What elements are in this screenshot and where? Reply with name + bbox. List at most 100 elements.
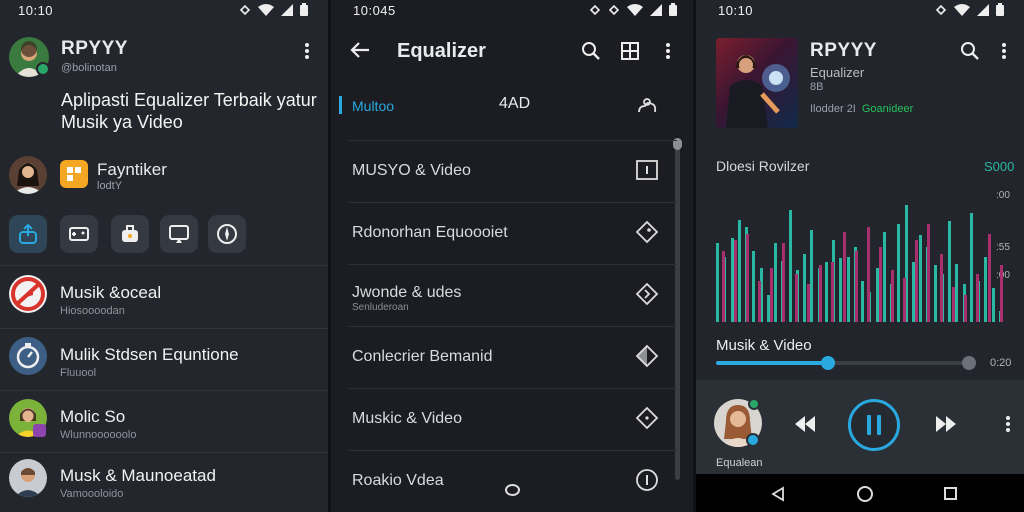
viz-bar-teal: [897, 224, 900, 322]
viz-bar-teal: [883, 232, 886, 322]
viz-bar-magenta: [855, 251, 858, 322]
eq-row[interactable]: Jwonde & udes Senluderoan: [331, 264, 693, 326]
back-icon[interactable]: [771, 486, 785, 507]
page-title: Equalizer: [397, 40, 486, 62]
list-item[interactable]: Musk & Maunoeatad Vamoooloido: [0, 456, 328, 508]
viz-bar-magenta: [915, 240, 918, 322]
previous-icon[interactable]: [793, 414, 817, 439]
eq-row[interactable]: MUSYO & Video: [331, 140, 693, 202]
list-item-sub: Vamoooloido: [60, 488, 124, 500]
home-gesture-icon[interactable]: [505, 484, 520, 496]
nfc-icon: [935, 4, 947, 15]
divider: [0, 390, 328, 391]
back-arrow-icon[interactable]: [349, 40, 371, 65]
app-badge: [33, 424, 46, 437]
eq-row-label: Multoo: [352, 98, 395, 114]
list-item-title: Molic So: [60, 407, 126, 426]
viz-bar-teal: [774, 243, 777, 322]
divider: [0, 452, 328, 453]
status-bar: 10:10: [696, 0, 1024, 22]
viz-bar-magenta: [722, 251, 725, 322]
viz-bar-magenta: [964, 295, 967, 322]
viz-bar-magenta: [746, 234, 749, 322]
more-options-icon[interactable]: [304, 42, 310, 65]
diamond-dots-icon: [635, 406, 659, 430]
featured-app-icon[interactable]: [60, 160, 88, 188]
volume-thumb[interactable]: [962, 356, 976, 370]
viz-bar-magenta: [795, 274, 798, 322]
eq-row[interactable]: Roakio Vdea: [331, 450, 693, 512]
status-bar: 10:045: [331, 0, 693, 22]
viz-bar-teal: [752, 251, 755, 322]
viz-bar-magenta: [927, 224, 930, 322]
now-subtitle: Equalizer: [810, 65, 865, 80]
row-divider: [349, 326, 677, 327]
list-item-sub: Fluuool: [60, 367, 97, 379]
viz-bar-teal: [716, 243, 719, 322]
viz-bar-magenta: [770, 268, 773, 322]
wifi-icon: [627, 3, 643, 16]
wifi-icon: [954, 3, 970, 16]
home-icon[interactable]: [857, 486, 873, 502]
online-badge: [748, 398, 760, 410]
player-caption: Equalean: [716, 457, 763, 469]
compass-icon: [217, 224, 237, 244]
gamepad-button[interactable]: [60, 215, 98, 253]
share-button[interactable]: [9, 215, 47, 253]
profile-handle: @bolinotan: [61, 62, 117, 74]
viz-bar-teal: [847, 257, 850, 322]
headline: Aplipasti Equalizer Terbaik yatur Musik …: [61, 90, 317, 132]
grid-icon[interactable]: [621, 42, 639, 65]
cast-button[interactable]: [160, 215, 198, 253]
progress-thumb[interactable]: [821, 356, 835, 370]
no-music-icon: [9, 275, 47, 313]
viz-bar-magenta: [734, 240, 737, 322]
search-icon[interactable]: [960, 41, 980, 66]
viz-title: Dloesi Rovilzer: [716, 158, 810, 174]
pause-icon: [867, 415, 881, 435]
list-item[interactable]: Molic So Wlunnoooooolo: [0, 396, 328, 448]
more-options-icon[interactable]: [1005, 415, 1011, 438]
featured-avatar[interactable]: [9, 156, 47, 194]
eq-row-label: Rdonorhan Equoooiet: [352, 224, 508, 241]
battery-icon: [996, 3, 1004, 16]
eq-row[interactable]: Rdonorhan Equoooiet: [331, 202, 693, 264]
nfc-icon: [239, 4, 251, 15]
eq-row[interactable]: Muskic & Video: [331, 388, 693, 450]
viz-bar-magenta: [988, 234, 991, 322]
status-time: 10:10: [18, 3, 54, 18]
viz-bar-magenta: [879, 247, 882, 322]
profile-name: RPYYY: [61, 38, 128, 59]
row-divider: [349, 202, 677, 203]
now-meta: 8B: [810, 81, 824, 93]
status-icons: [589, 3, 677, 16]
eq-row-selected[interactable]: Multoo 4AD: [331, 76, 693, 138]
recents-icon[interactable]: [944, 487, 957, 500]
briefcase-icon: [122, 225, 138, 242]
status-icons: [935, 3, 1004, 16]
more-options-icon[interactable]: [1001, 42, 1007, 65]
more-options-icon[interactable]: [665, 42, 671, 65]
eq-row-label: Jwonde & udes: [352, 284, 462, 301]
progress-track[interactable]: [716, 361, 970, 365]
list-item[interactable]: Musik &oceal Hiosoooodan: [0, 272, 328, 324]
list-item-title: Musk & Maunoeatad: [60, 466, 216, 485]
viz-bar-magenta: [807, 284, 810, 322]
panel-home: 10:10 RPYYY @bolinotan Aplipasti Equaliz…: [0, 0, 328, 512]
list-item[interactable]: Mulik Stdsen Equntione Fluuool: [0, 334, 328, 386]
divider: [0, 265, 328, 266]
viz-bar-magenta: [1000, 265, 1003, 322]
compass-button[interactable]: [208, 215, 246, 253]
eq-row[interactable]: Conlecrier Bemanid: [331, 326, 693, 388]
signal-icon: [650, 3, 662, 16]
next-icon[interactable]: [934, 414, 958, 439]
track-time: 0:20: [990, 357, 1012, 369]
avatar: [9, 459, 47, 497]
pause-button[interactable]: [848, 399, 900, 451]
album-art[interactable]: [716, 38, 798, 128]
status-icons: [239, 3, 308, 16]
viz-bar-teal: [955, 264, 958, 322]
briefcase-button[interactable]: [111, 215, 149, 253]
viz-bar-teal: [839, 258, 842, 322]
search-icon[interactable]: [581, 41, 601, 66]
